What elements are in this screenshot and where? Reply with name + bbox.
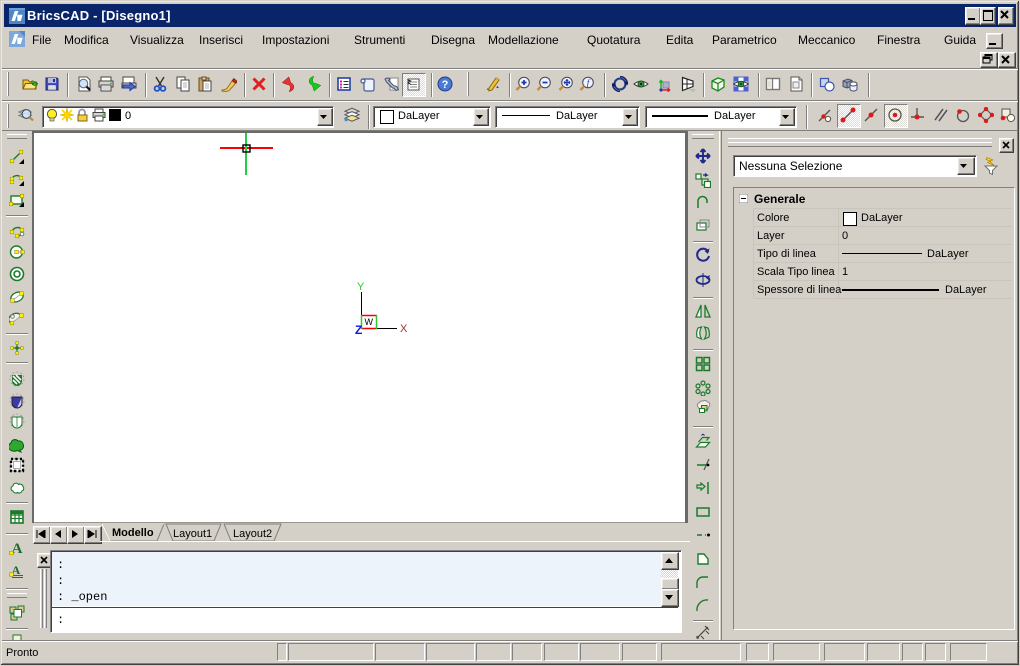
svg-text:X: X (400, 323, 408, 335)
svg-text:Z: Z (355, 323, 362, 337)
svg-text:W: W (365, 317, 374, 327)
svg-text:Y: Y (357, 281, 365, 293)
svg-text:?: ? (442, 79, 449, 91)
